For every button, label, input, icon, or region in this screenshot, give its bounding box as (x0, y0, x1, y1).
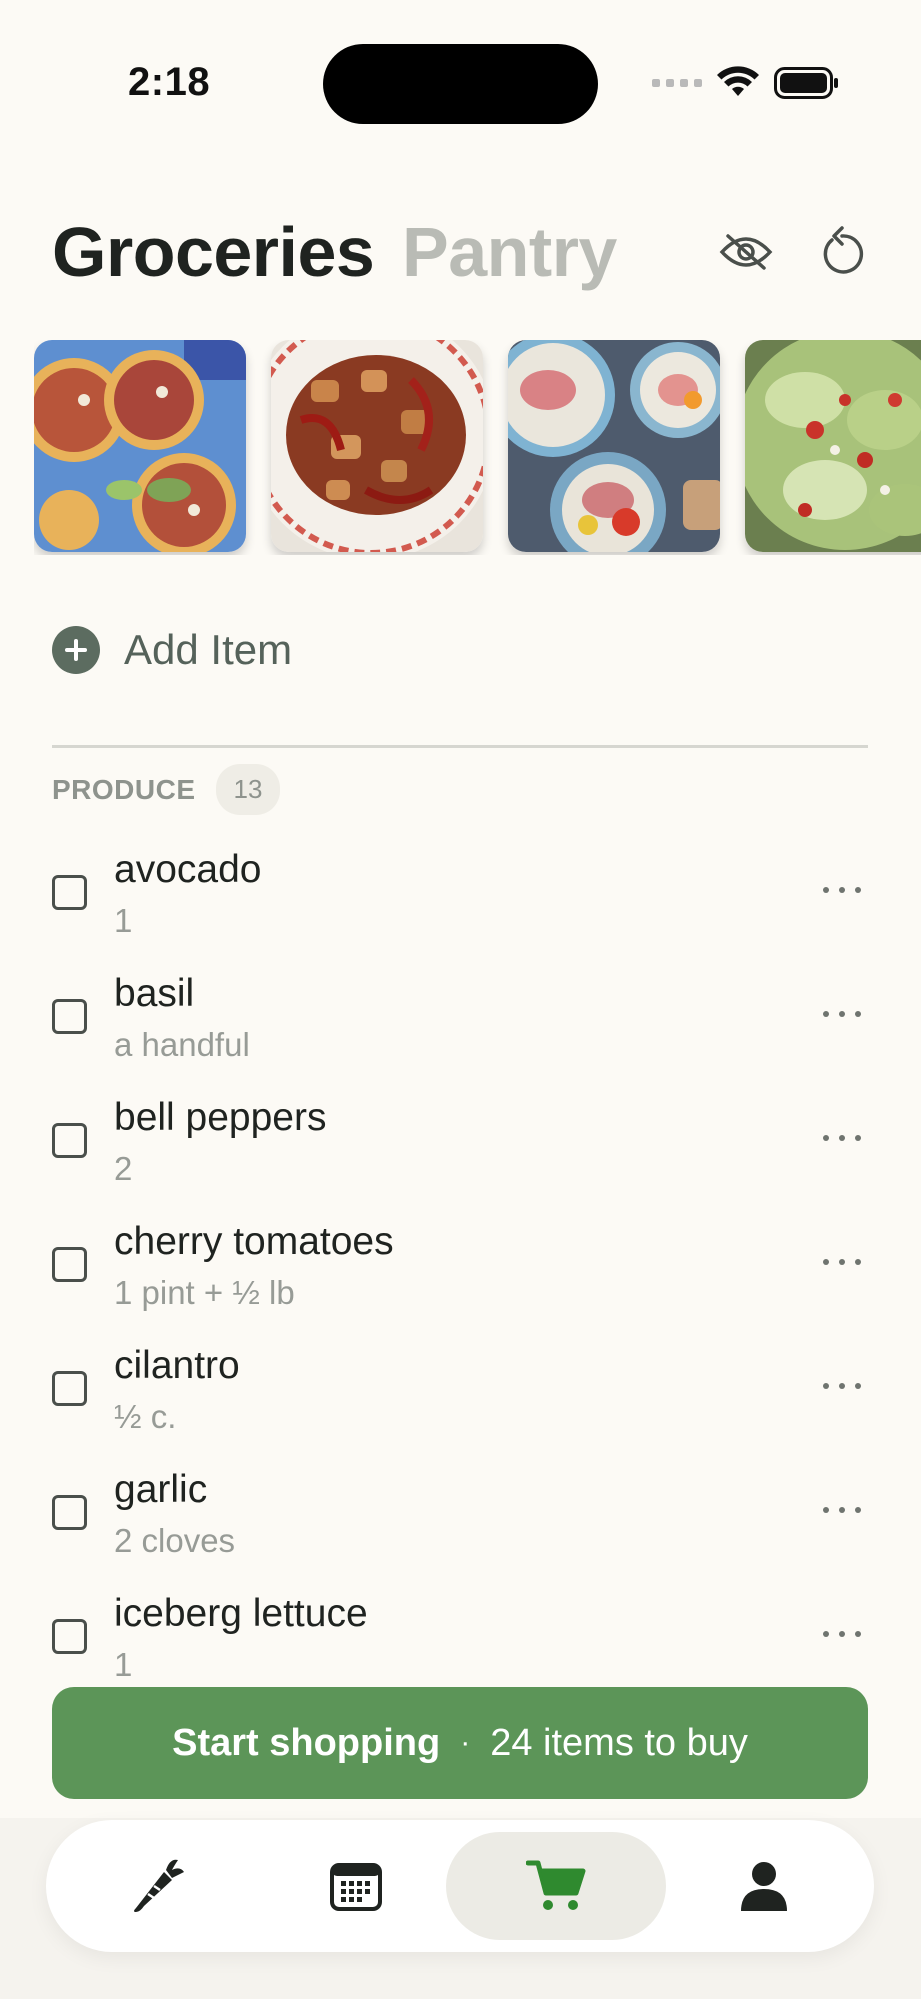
item-name: bell peppers (114, 1096, 327, 1139)
prosciutto-salad-thumbnail[interactable] (508, 340, 720, 552)
item-name: cilantro (114, 1344, 240, 1387)
list-item: cherry tomatoes 1 pint + ½ lb (0, 1220, 921, 1344)
section-header-produce: PRODUCE 13 (52, 764, 281, 815)
item-name: avocado (114, 848, 262, 891)
tab-planner[interactable] (246, 1832, 466, 1940)
divider (52, 745, 868, 748)
item-name: iceberg lettuce (114, 1592, 368, 1635)
item-quantity: 2 (114, 1150, 133, 1187)
item-checkbox[interactable] (52, 875, 87, 910)
item-quantity: ½ c. (114, 1398, 177, 1435)
wifi-icon (717, 66, 759, 96)
tab-recipes[interactable] (46, 1832, 266, 1940)
plus-icon (52, 626, 100, 674)
list-item: garlic 2 cloves (0, 1468, 921, 1592)
bottom-tab-bar (46, 1820, 874, 1952)
add-item-button[interactable]: Add Item (52, 626, 292, 674)
start-shopping-button[interactable]: Start shopping · 24 items to buy (52, 1687, 868, 1799)
tab-profile[interactable] (654, 1832, 874, 1940)
more-options-icon[interactable] (820, 1364, 864, 1408)
item-checkbox[interactable] (52, 999, 87, 1034)
items-to-buy-label: 24 items to buy (490, 1721, 748, 1764)
item-quantity: 1 pint + ½ lb (114, 1274, 295, 1311)
cart-icon (526, 1860, 586, 1910)
groceries-screen: 2:18 Groceries Pantry Add Item PRODUCE 1… (0, 0, 921, 1999)
item-quantity: a handful (114, 1026, 250, 1063)
list-item: cilantro ½ c. (0, 1344, 921, 1468)
item-checkbox[interactable] (52, 1247, 87, 1282)
item-checkbox[interactable] (52, 1371, 87, 1406)
more-options-icon[interactable] (820, 868, 864, 912)
tab-pantry[interactable]: Pantry (402, 212, 617, 292)
item-name: cherry tomatoes (114, 1220, 394, 1263)
item-checkbox[interactable] (52, 1495, 87, 1530)
item-checkbox[interactable] (52, 1123, 87, 1158)
green-salad-thumbnail[interactable] (745, 340, 921, 552)
recipe-carousel[interactable] (34, 340, 921, 555)
list-item: bell peppers 2 (0, 1096, 921, 1220)
tab-groceries-cart[interactable] (446, 1832, 666, 1940)
section-title: PRODUCE (52, 773, 196, 805)
more-options-icon[interactable] (820, 1488, 864, 1532)
dynamic-island (323, 44, 598, 124)
status-indicators (652, 66, 840, 100)
more-options-icon[interactable] (820, 1612, 864, 1656)
more-options-icon[interactable] (820, 1116, 864, 1160)
calendar-icon (330, 1863, 382, 1911)
list-item: basil a handful (0, 972, 921, 1096)
kung-pao-chicken-thumbnail[interactable] (271, 340, 483, 552)
add-item-label: Add Item (124, 626, 293, 673)
person-icon (741, 1862, 787, 1911)
item-quantity: 2 cloves (114, 1522, 236, 1559)
cta-separator: · (460, 1726, 471, 1759)
tab-groceries[interactable]: Groceries (52, 212, 375, 292)
item-quantity: 1 (114, 1646, 133, 1683)
more-options-icon[interactable] (820, 1240, 864, 1284)
item-quantity: 1 (114, 902, 133, 939)
status-time: 2:18 (128, 60, 211, 104)
tostadas-thumbnail[interactable] (34, 340, 246, 552)
battery-icon (774, 67, 838, 99)
hide-eye-icon[interactable] (716, 222, 776, 282)
list-item: avocado 1 (0, 848, 921, 972)
start-shopping-label: Start shopping (172, 1721, 441, 1764)
refresh-icon[interactable] (812, 222, 872, 282)
carrot-icon (134, 1859, 184, 1912)
item-name: basil (114, 972, 195, 1015)
item-name: garlic (114, 1468, 208, 1511)
cellular-signal-icon (652, 79, 702, 87)
section-count-badge: 13 (215, 764, 281, 815)
more-options-icon[interactable] (820, 992, 864, 1036)
item-checkbox[interactable] (52, 1619, 87, 1654)
